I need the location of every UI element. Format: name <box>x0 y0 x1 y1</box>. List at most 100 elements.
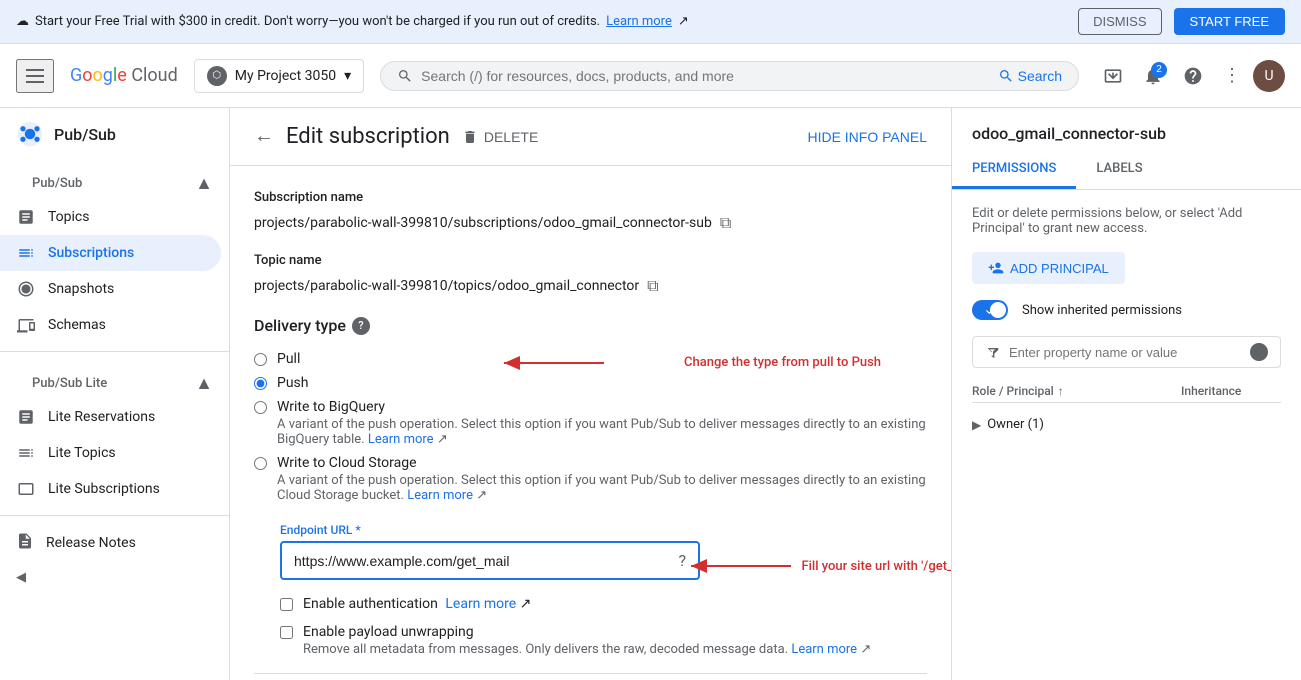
back-button[interactable]: ← <box>254 125 274 148</box>
page-header-left: ← Edit subscription DELETE <box>254 124 538 149</box>
external-link-icon-auth: ↗ <box>520 596 532 612</box>
form-area: Subscription name projects/parabolic-wal… <box>230 166 951 680</box>
copy-subscription-name-button[interactable]: ⧉ <box>720 213 731 233</box>
enable-auth-learn-more[interactable]: Learn more <box>445 596 516 612</box>
endpoint-annotation: Fill your site url with '/get_mail' <box>681 551 951 581</box>
info-panel-title: odoo_gmail_connector-sub <box>952 108 1301 151</box>
more-options-button[interactable]: ⋮ <box>1215 57 1249 94</box>
sidebar-item-schemas[interactable]: Schemas <box>0 307 221 343</box>
hide-info-panel-button[interactable]: HIDE INFO PANEL <box>807 129 927 145</box>
pull-radio[interactable] <box>254 353 267 366</box>
enable-payload-desc: Remove all metadata from messages. Only … <box>303 642 871 657</box>
sidebar-item-lite-subscriptions[interactable]: Lite Subscriptions <box>0 471 221 507</box>
enable-auth-label[interactable]: Enable authentication Learn more ↗ <box>303 596 531 612</box>
delete-label: DELETE <box>484 129 538 145</box>
sidebar-item-subscriptions-label: Subscriptions <box>48 245 134 261</box>
project-icon: ⬡ <box>207 66 227 86</box>
cloud-storage-learn-more-link[interactable]: Learn more <box>407 488 473 503</box>
pubsub-collapse-button[interactable]: ▲ <box>195 173 213 194</box>
bigquery-learn-more-link[interactable]: Learn more <box>368 432 434 447</box>
start-free-button[interactable]: START FREE <box>1174 8 1285 35</box>
lite-collapse-button[interactable]: ▲ <box>195 373 213 394</box>
subscription-name-label: Subscription name <box>254 190 927 205</box>
sidebar-lite-section: Pub/Sub Lite ▲ <box>0 360 229 399</box>
endpoint-url-section: Endpoint URL * ? <box>280 523 927 580</box>
dropdown-chevron-icon: ▾ <box>344 68 351 84</box>
endpoint-url-input[interactable] <box>294 553 670 569</box>
sidebar-item-subscriptions[interactable]: Subscriptions <box>0 235 221 271</box>
search-input[interactable] <box>421 68 989 84</box>
info-panel-tabs: PERMISSIONS LABELS <box>952 151 1301 190</box>
help-icon <box>1183 66 1203 86</box>
topics-icon <box>16 207 36 227</box>
sidebar-item-snapshots[interactable]: Snapshots <box>0 271 221 307</box>
project-selector[interactable]: ⬡ My Project 3050 ▾ <box>194 59 364 93</box>
sort-icon[interactable]: ↑ <box>1058 384 1064 398</box>
bigquery-radio[interactable] <box>254 401 267 414</box>
page-title: Edit subscription <box>286 124 450 149</box>
expand-icon[interactable]: ▶ <box>972 418 981 432</box>
tab-labels[interactable]: LABELS <box>1076 151 1162 189</box>
cloud-storage-label[interactable]: Write to Cloud Storage <box>277 455 417 471</box>
project-name: My Project 3050 <box>235 68 336 84</box>
external-link-icon-bq: ↗ <box>437 432 448 447</box>
show-inherited-toggle[interactable] <box>972 300 1008 320</box>
delivery-type-help-icon[interactable]: ? <box>352 317 370 335</box>
search-bar[interactable]: Search <box>380 61 1079 91</box>
enable-payload-checkbox-item: Enable payload unwrapping Remove all met… <box>280 624 927 657</box>
add-principal-button[interactable]: ADD PRINCIPAL <box>972 252 1125 284</box>
copy-topic-name-button[interactable]: ⧉ <box>647 276 658 296</box>
table-row: ▶ Owner (1) <box>972 411 1281 438</box>
bigquery-desc: A variant of the push operation. Select … <box>277 417 927 447</box>
sidebar-item-lite-reservations-label: Lite Reservations <box>48 409 155 425</box>
enable-auth-checkbox[interactable] <box>280 598 293 611</box>
push-label[interactable]: Push <box>277 375 309 391</box>
add-principal-label: ADD PRINCIPAL <box>1010 261 1109 276</box>
external-link-icon-cs: ↗ <box>476 488 487 503</box>
enable-payload-learn-more[interactable]: Learn more <box>791 642 857 657</box>
banner-learn-more[interactable]: Learn more <box>606 14 672 29</box>
endpoint-url-input-wrap: ? <box>280 541 700 580</box>
sidebar-item-lite-reservations[interactable]: Lite Reservations <box>0 399 221 435</box>
search-button[interactable]: Search <box>998 68 1062 84</box>
sidebar-item-topics[interactable]: Topics <box>0 199 221 235</box>
sidebar-item-lite-topics-label: Lite Topics <box>48 445 116 461</box>
endpoint-annotation-arrow <box>681 551 801 581</box>
show-inherited-row: Show inherited permissions <box>972 300 1281 320</box>
bigquery-label[interactable]: Write to BigQuery <box>277 399 385 415</box>
lite-reservations-icon <box>16 407 36 427</box>
enable-payload-label[interactable]: Enable payload unwrapping <box>303 624 474 640</box>
menu-button[interactable] <box>16 59 54 93</box>
banner-left: ☁ Start your Free Trial with $300 in cre… <box>16 14 689 29</box>
dismiss-button[interactable]: DISMISS <box>1078 8 1161 35</box>
enable-payload-checkbox[interactable] <box>280 626 293 639</box>
avatar[interactable]: U <box>1253 60 1285 92</box>
help-button[interactable] <box>1175 58 1211 94</box>
endpoint-url-label: Endpoint URL * <box>280 523 927 537</box>
pubsub-section-label: Pub/Sub <box>16 172 98 195</box>
lite-topics-icon <box>16 443 36 463</box>
cloud-storage-radio[interactable] <box>254 457 267 470</box>
filter-help-icon[interactable]: ? <box>1250 343 1268 361</box>
sidebar-item-snapshots-label: Snapshots <box>48 281 114 297</box>
lite-section-label: Pub/Sub Lite <box>16 372 123 395</box>
sidebar-collapse-bottom[interactable]: ◀ <box>0 562 229 593</box>
owner-row[interactable]: ▶ Owner (1) <box>972 417 1181 432</box>
inheritance-column-header: Inheritance <box>1181 384 1281 398</box>
topic-name-value: projects/parabolic-wall-399810/topics/od… <box>254 276 927 296</box>
filter-input[interactable] <box>1009 345 1242 360</box>
topic-name-label: Topic name <box>254 253 927 268</box>
push-radio[interactable] <box>254 377 267 390</box>
sidebar-item-lite-topics[interactable]: Lite Topics <box>0 435 221 471</box>
cloud-shell-button[interactable] <box>1095 58 1131 94</box>
sidebar-logo-row: Pub/Sub <box>0 108 229 160</box>
sidebar-item-lite-subscriptions-label: Lite Subscriptions <box>48 481 160 497</box>
google-cloud-logo[interactable]: Google Cloud <box>70 65 178 86</box>
tab-permissions[interactable]: PERMISSIONS <box>952 151 1076 189</box>
delivery-type-container: Pull Push Write to BigQu <box>254 351 927 503</box>
main-layout: Pub/Sub Pub/Sub ▲ Topics Subscriptions S… <box>0 108 1301 680</box>
delete-button[interactable]: DELETE <box>462 129 538 145</box>
sidebar-item-release-notes[interactable]: Release Notes <box>0 524 229 562</box>
notifications-button[interactable]: 2 <box>1135 58 1171 94</box>
pull-label[interactable]: Pull <box>277 351 300 367</box>
